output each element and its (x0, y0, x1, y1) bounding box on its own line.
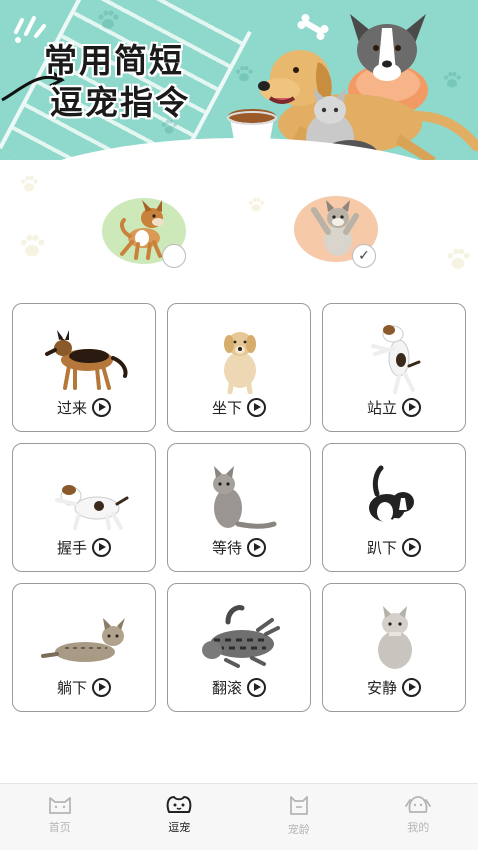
play-icon[interactable] (92, 538, 111, 557)
tab-profile[interactable]: 我的 (359, 784, 478, 850)
paw-print-icon (98, 10, 119, 29)
tab-home[interactable]: 首页 (0, 784, 120, 850)
command-label-text: 趴下 (366, 539, 397, 557)
hero-banner: 常用简短 逗宠指令 (0, 0, 478, 160)
command-label: 坐下 (168, 397, 310, 418)
command-label-text: 安静 (366, 679, 397, 697)
sitting-grey-cat-icon (213, 466, 277, 529)
jack-russell-paw-icon (55, 485, 129, 530)
command-label: 翻滚 (168, 677, 310, 698)
command-label: 等待 (168, 537, 310, 558)
pet-choice-dog[interactable] (102, 198, 186, 268)
command-label: 站立 (323, 397, 465, 418)
dog-face-icon (405, 796, 432, 813)
tabby-cat-lying-icon (41, 618, 125, 662)
tab-label: 宠龄 (287, 823, 310, 836)
play-icon[interactable] (402, 678, 421, 697)
banner-title: 常用简短 逗宠指令 (44, 40, 190, 124)
play-icon[interactable] (92, 678, 111, 697)
play-icon[interactable] (402, 398, 421, 417)
sparkle-icon (14, 16, 46, 43)
command-label: 趴下 (323, 537, 465, 558)
paw-print-icon (21, 176, 38, 192)
command-label: 安静 (323, 677, 465, 698)
command-card-lie-flat[interactable]: 躺下 (12, 583, 156, 712)
play-icon[interactable] (247, 538, 266, 557)
command-label: 握手 (13, 537, 155, 558)
jack-russell-standing-icon (371, 325, 421, 394)
border-collie-lying-icon (369, 465, 417, 526)
tab-label: 逗宠 (168, 821, 191, 834)
tab-label: 首页 (48, 821, 71, 834)
command-label-text: 躺下 (56, 679, 87, 697)
dog-choice-radio[interactable] (162, 244, 186, 268)
command-label-text: 等待 (211, 539, 242, 557)
german-shepherd-icon (45, 330, 128, 390)
command-label-text: 翻滚 (211, 679, 242, 697)
command-card-quiet[interactable]: 安静 (322, 583, 466, 712)
bottom-tab-bar: 首页 逗宠 宠龄 我的 (0, 783, 478, 850)
cat-tag-icon (289, 796, 308, 815)
sitting-golden-puppy-icon (224, 332, 256, 394)
command-label-text: 过来 (56, 399, 87, 417)
play-icon[interactable] (92, 398, 111, 417)
tab-label: 我的 (407, 821, 430, 834)
command-card-lie-down[interactable]: 趴下 (322, 443, 466, 572)
play-icon[interactable] (247, 398, 266, 417)
tab-pet-age[interactable]: 宠龄 (239, 784, 359, 850)
dogs-and-cat-illustration (227, 14, 478, 160)
paw-print-icon (20, 234, 45, 257)
banner-title-line2: 逗宠指令 (50, 83, 190, 122)
sitting-silver-cat-icon (378, 606, 412, 669)
command-card-stand[interactable]: 站立 (322, 303, 466, 432)
play-icon[interactable] (247, 678, 266, 697)
paw-print-icon (447, 248, 470, 269)
cat-face-icon (48, 797, 71, 814)
tab-tease-pet[interactable]: 逗宠 (120, 784, 240, 850)
command-card-shake-hands[interactable]: 握手 (12, 443, 156, 572)
banner-title-line1: 常用简短 (44, 41, 184, 80)
paw-print-icon (248, 197, 264, 212)
command-label-text: 坐下 (211, 399, 242, 417)
command-label-text: 握手 (56, 539, 87, 557)
play-icon[interactable] (402, 538, 421, 557)
command-card-wait[interactable]: 等待 (167, 443, 311, 572)
command-label: 过来 (13, 397, 155, 418)
command-card-roll-over[interactable]: 翻滚 (167, 583, 311, 712)
command-card-sit[interactable]: 坐下 (167, 303, 311, 432)
command-label-text: 站立 (366, 399, 397, 417)
tabby-cat-rolling-icon (202, 605, 280, 668)
command-card-come[interactable]: 过来 (12, 303, 156, 432)
command-label: 躺下 (13, 677, 155, 698)
cat-choice-checkmark-icon[interactable]: ✓ (352, 244, 376, 268)
paw-face-icon (166, 796, 192, 813)
pet-choice-cat[interactable]: ✓ (294, 196, 378, 268)
